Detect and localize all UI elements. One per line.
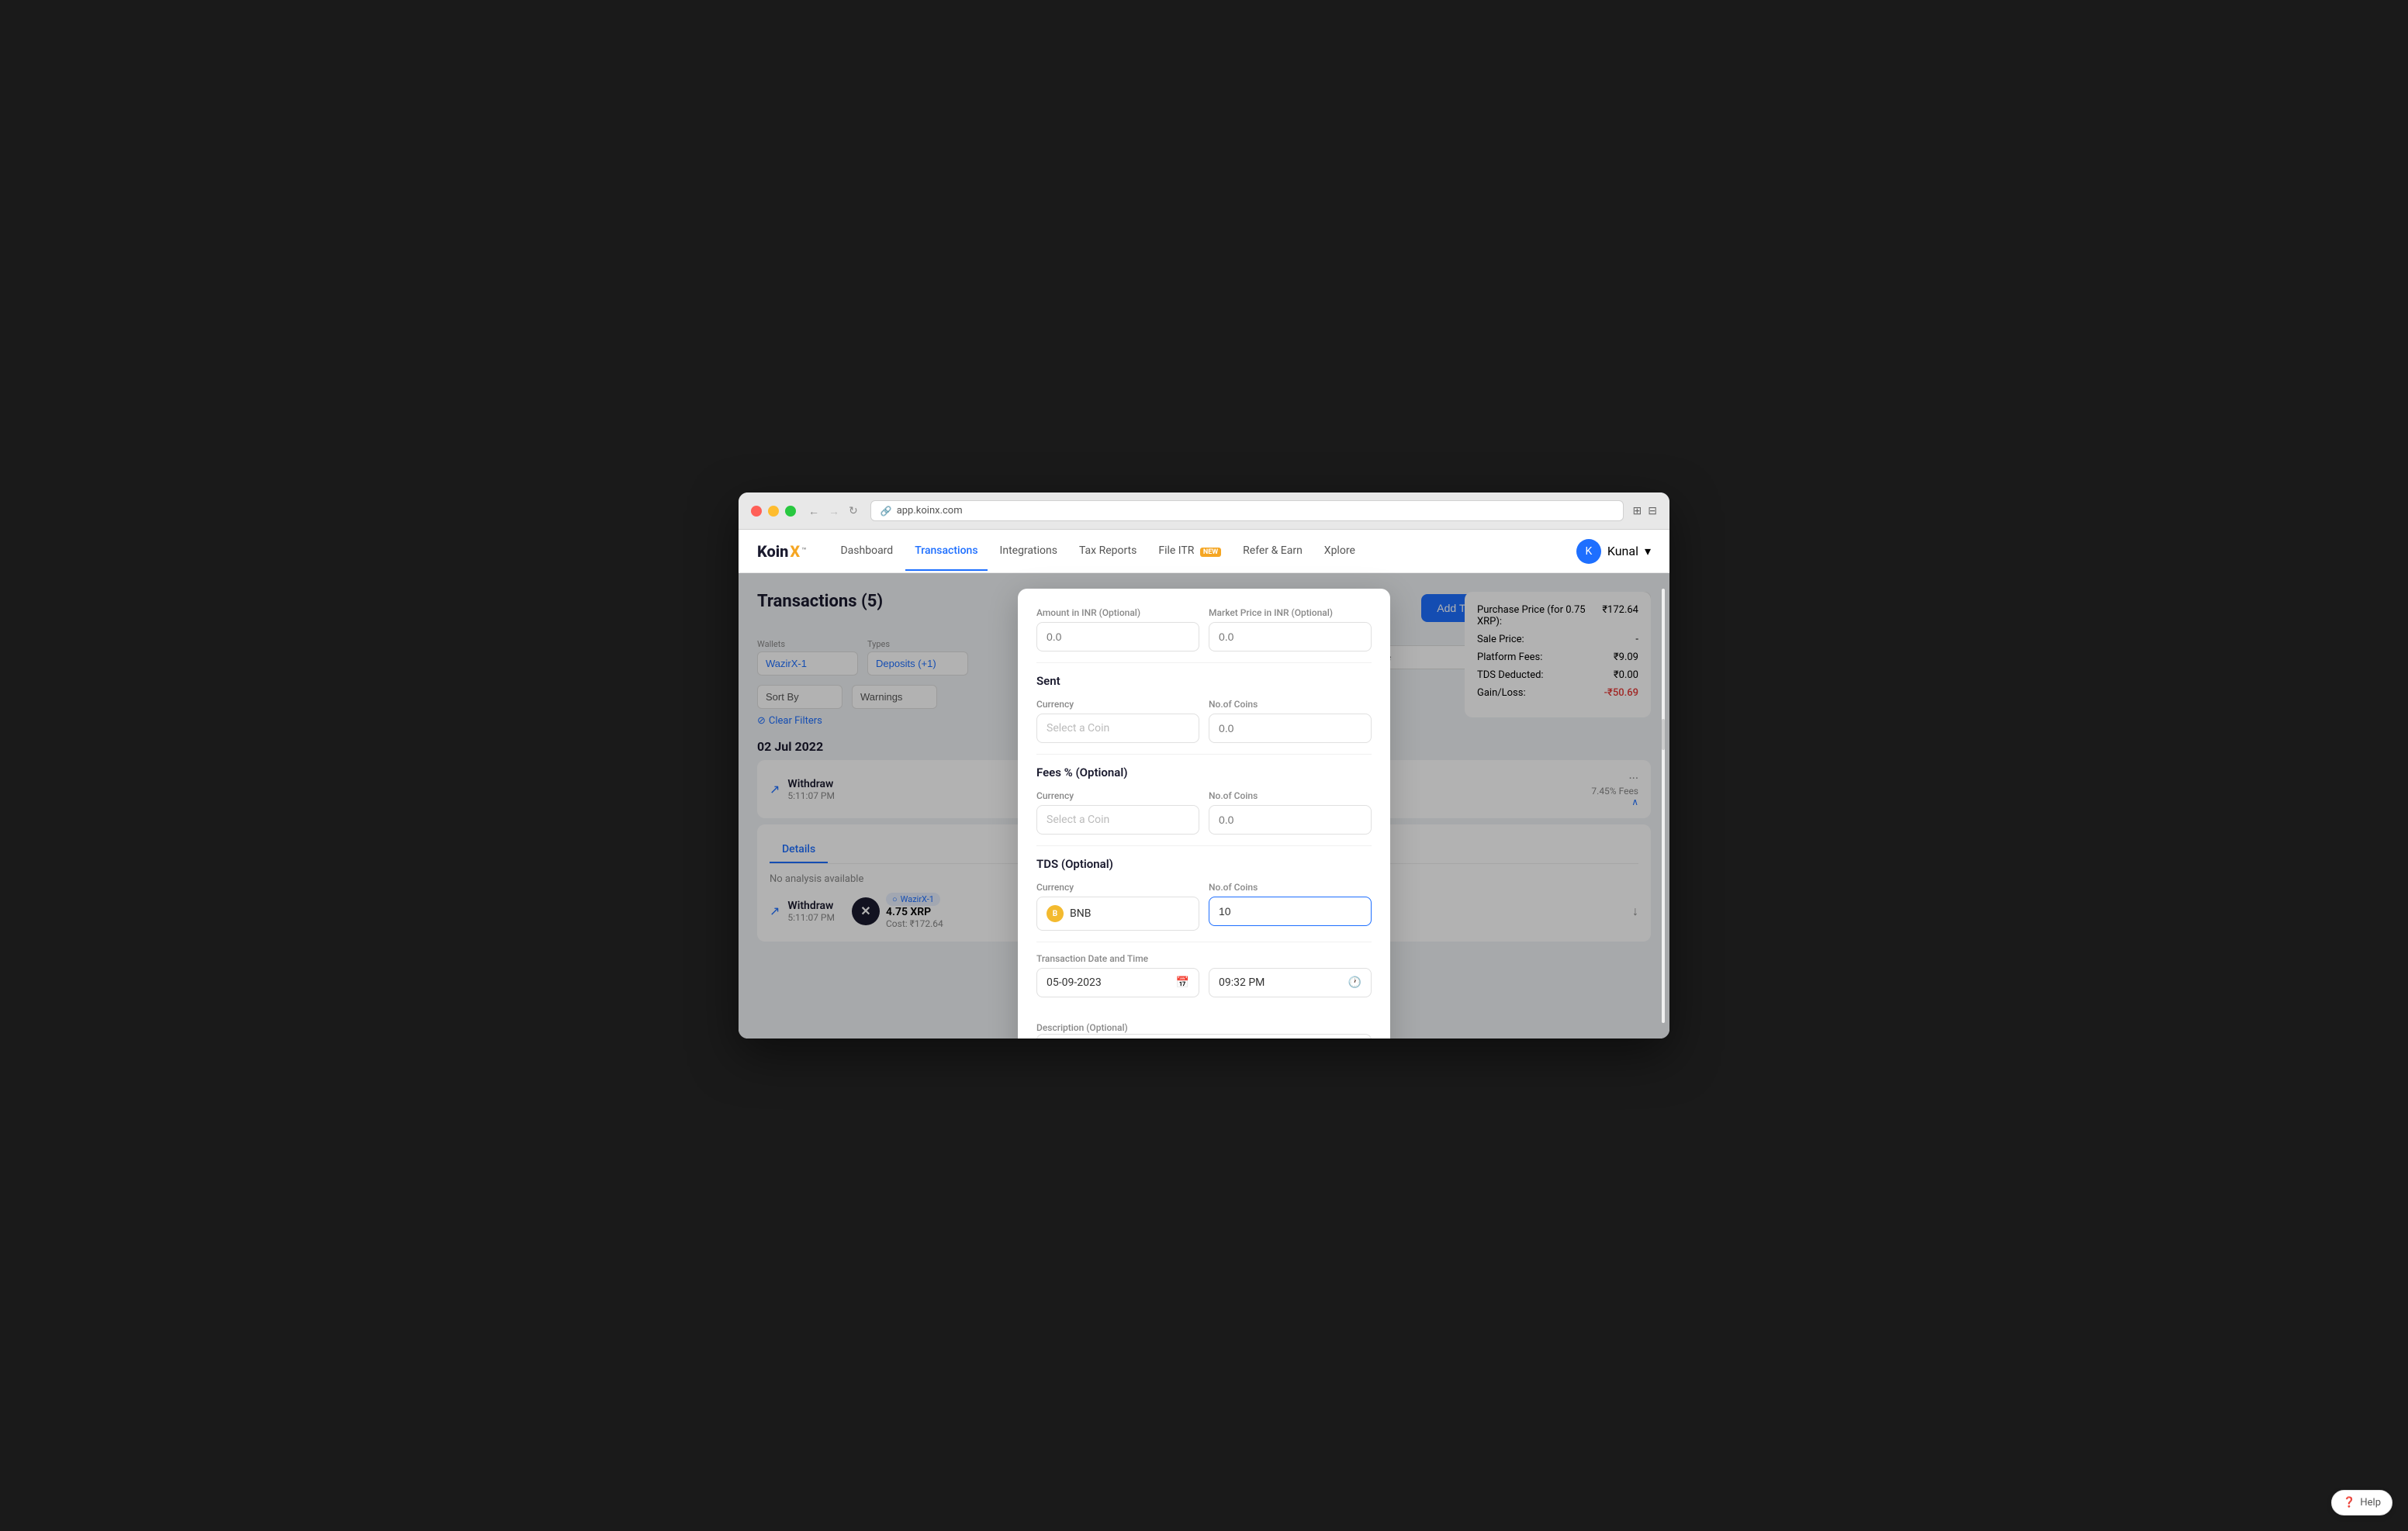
fees-section-title: Fees % (Optional)	[1036, 766, 1372, 779]
nav-tax-reports[interactable]: Tax Reports	[1070, 532, 1146, 571]
new-badge: NEW	[1200, 548, 1221, 557]
sent-coins-input[interactable]	[1209, 714, 1372, 743]
fees-coins-group: No.of Coins	[1209, 790, 1372, 835]
sent-section-title: Sent	[1036, 674, 1372, 688]
date-picker[interactable]: 05-09-2023 📅	[1036, 968, 1199, 997]
fees-row: Currency Select a Coin No.of Coins	[1036, 790, 1372, 835]
fees-coin-placeholder: Select a Coin	[1047, 814, 1109, 826]
split-view[interactable]: ⊟	[1648, 504, 1657, 517]
refresh-button[interactable]: ↻	[846, 503, 861, 519]
datetime-label: Transaction Date and Time	[1036, 953, 1372, 964]
user-name: Kunal	[1607, 544, 1638, 558]
clock-icon: 🕐	[1348, 976, 1361, 989]
divider-3	[1036, 845, 1372, 846]
calendar-modal-icon: 📅	[1176, 976, 1189, 989]
datetime-group: Transaction Date and Time 05-09-2023 📅 0…	[1036, 953, 1372, 1008]
description-input[interactable]	[1036, 1034, 1372, 1039]
minimize-button[interactable]	[768, 506, 779, 517]
close-button[interactable]	[751, 506, 762, 517]
logo-x: X	[790, 542, 800, 561]
scrollbar-thumb[interactable]	[1662, 719, 1665, 750]
tds-coin-value: BNB	[1070, 907, 1091, 920]
tds-row-modal: Currency B BNB No.of Coins	[1036, 882, 1372, 931]
market-price-label: Market Price in INR (Optional)	[1209, 607, 1372, 618]
market-price-group: Market Price in INR (Optional)	[1209, 607, 1372, 651]
fees-coins-input[interactable]	[1209, 805, 1372, 835]
tds-coins-label: No.of Coins	[1209, 882, 1372, 893]
nav-dashboard[interactable]: Dashboard	[831, 532, 902, 571]
user-menu[interactable]: K Kunal ▾	[1576, 539, 1651, 564]
fees-currency-group: Currency Select a Coin	[1036, 790, 1199, 835]
nav-file-itr[interactable]: File ITR NEW	[1149, 532, 1230, 571]
window-actions: ⊞ ⊟	[1633, 504, 1657, 517]
add-transaction-modal: Amount in INR (Optional) Market Price in…	[1018, 589, 1390, 1039]
tds-section-title: TDS (Optional)	[1036, 857, 1372, 871]
date-value: 05-09-2023	[1047, 976, 1102, 989]
time-value: 09:32 PM	[1219, 976, 1265, 989]
tds-coin-select[interactable]: B BNB	[1036, 897, 1199, 931]
maximize-button[interactable]	[785, 506, 796, 517]
help-label: Help	[2360, 1497, 2381, 1509]
sent-coins-label: No.of Coins	[1209, 699, 1372, 710]
lock-icon: 🔗	[881, 506, 892, 517]
sent-coin-select[interactable]: Select a Coin	[1036, 714, 1199, 743]
scrollbar-track	[1662, 589, 1665, 1023]
url-text: app.koinx.com	[897, 505, 963, 517]
sent-row: Currency Select a Coin No.of Coins	[1036, 699, 1372, 743]
page-content: Transactions (5) Add Transaction Downloa…	[739, 573, 1669, 1039]
sent-coins-group: No.of Coins	[1209, 699, 1372, 743]
fees-coin-select[interactable]: Select a Coin	[1036, 805, 1199, 835]
modal-overlay[interactable]: Amount in INR (Optional) Market Price in…	[739, 573, 1669, 1039]
logo-text: Koin	[757, 542, 788, 561]
bnb-icon: B	[1047, 905, 1064, 922]
amount-inr-row: Amount in INR (Optional) Market Price in…	[1036, 607, 1372, 651]
sidebar-toggle[interactable]: ⊞	[1633, 504, 1642, 517]
tds-currency-group: Currency B BNB	[1036, 882, 1199, 931]
user-avatar: K	[1576, 539, 1601, 564]
amount-inr-label: Amount in INR (Optional)	[1036, 607, 1199, 618]
nav-xplore[interactable]: Xplore	[1315, 532, 1365, 571]
description-field: Description (Optional)	[1036, 1019, 1372, 1039]
nav-integrations[interactable]: Integrations	[991, 532, 1067, 571]
fees-coins-label: No.of Coins	[1209, 790, 1372, 801]
chevron-down-icon: ▾	[1645, 544, 1651, 558]
tds-coins-group: No.of Coins	[1209, 882, 1372, 931]
logo: KoinX™	[757, 542, 806, 561]
nav-refer-earn[interactable]: Refer & Earn	[1233, 532, 1312, 571]
back-button[interactable]: ←	[805, 503, 822, 519]
help-icon: ❓	[2343, 1497, 2355, 1509]
sent-currency-group: Currency Select a Coin	[1036, 699, 1199, 743]
sent-coin-placeholder: Select a Coin	[1047, 722, 1109, 734]
browser-chrome: ← → ↻ 🔗 app.koinx.com ⊞ ⊟	[739, 492, 1669, 530]
main-nav: Dashboard Transactions Integrations Tax …	[831, 532, 1551, 571]
description-label: Description (Optional)	[1036, 1022, 1128, 1033]
time-picker[interactable]: 09:32 PM 🕐	[1209, 968, 1372, 997]
tds-coins-input[interactable]	[1209, 897, 1372, 926]
tds-currency-label: Currency	[1036, 882, 1199, 893]
nav-arrows: ← → ↻	[805, 503, 861, 519]
nav-transactions[interactable]: Transactions	[905, 532, 987, 571]
app-header: KoinX™ Dashboard Transactions Integratio…	[739, 530, 1669, 573]
sent-currency-label: Currency	[1036, 699, 1199, 710]
fees-currency-label: Currency	[1036, 790, 1199, 801]
divider-1	[1036, 662, 1372, 663]
address-bar[interactable]: 🔗 app.koinx.com	[870, 500, 1624, 521]
logo-tm: ™	[801, 547, 806, 555]
forward-button[interactable]: →	[825, 503, 842, 519]
amount-inr-group: Amount in INR (Optional)	[1036, 607, 1199, 651]
help-button[interactable]: ❓ Help	[2331, 1490, 2392, 1515]
divider-2	[1036, 754, 1372, 755]
window-controls	[751, 506, 796, 517]
amount-inr-input[interactable]	[1036, 622, 1199, 651]
date-time-row: 05-09-2023 📅 09:32 PM 🕐	[1036, 968, 1372, 997]
market-price-input[interactable]	[1209, 622, 1372, 651]
